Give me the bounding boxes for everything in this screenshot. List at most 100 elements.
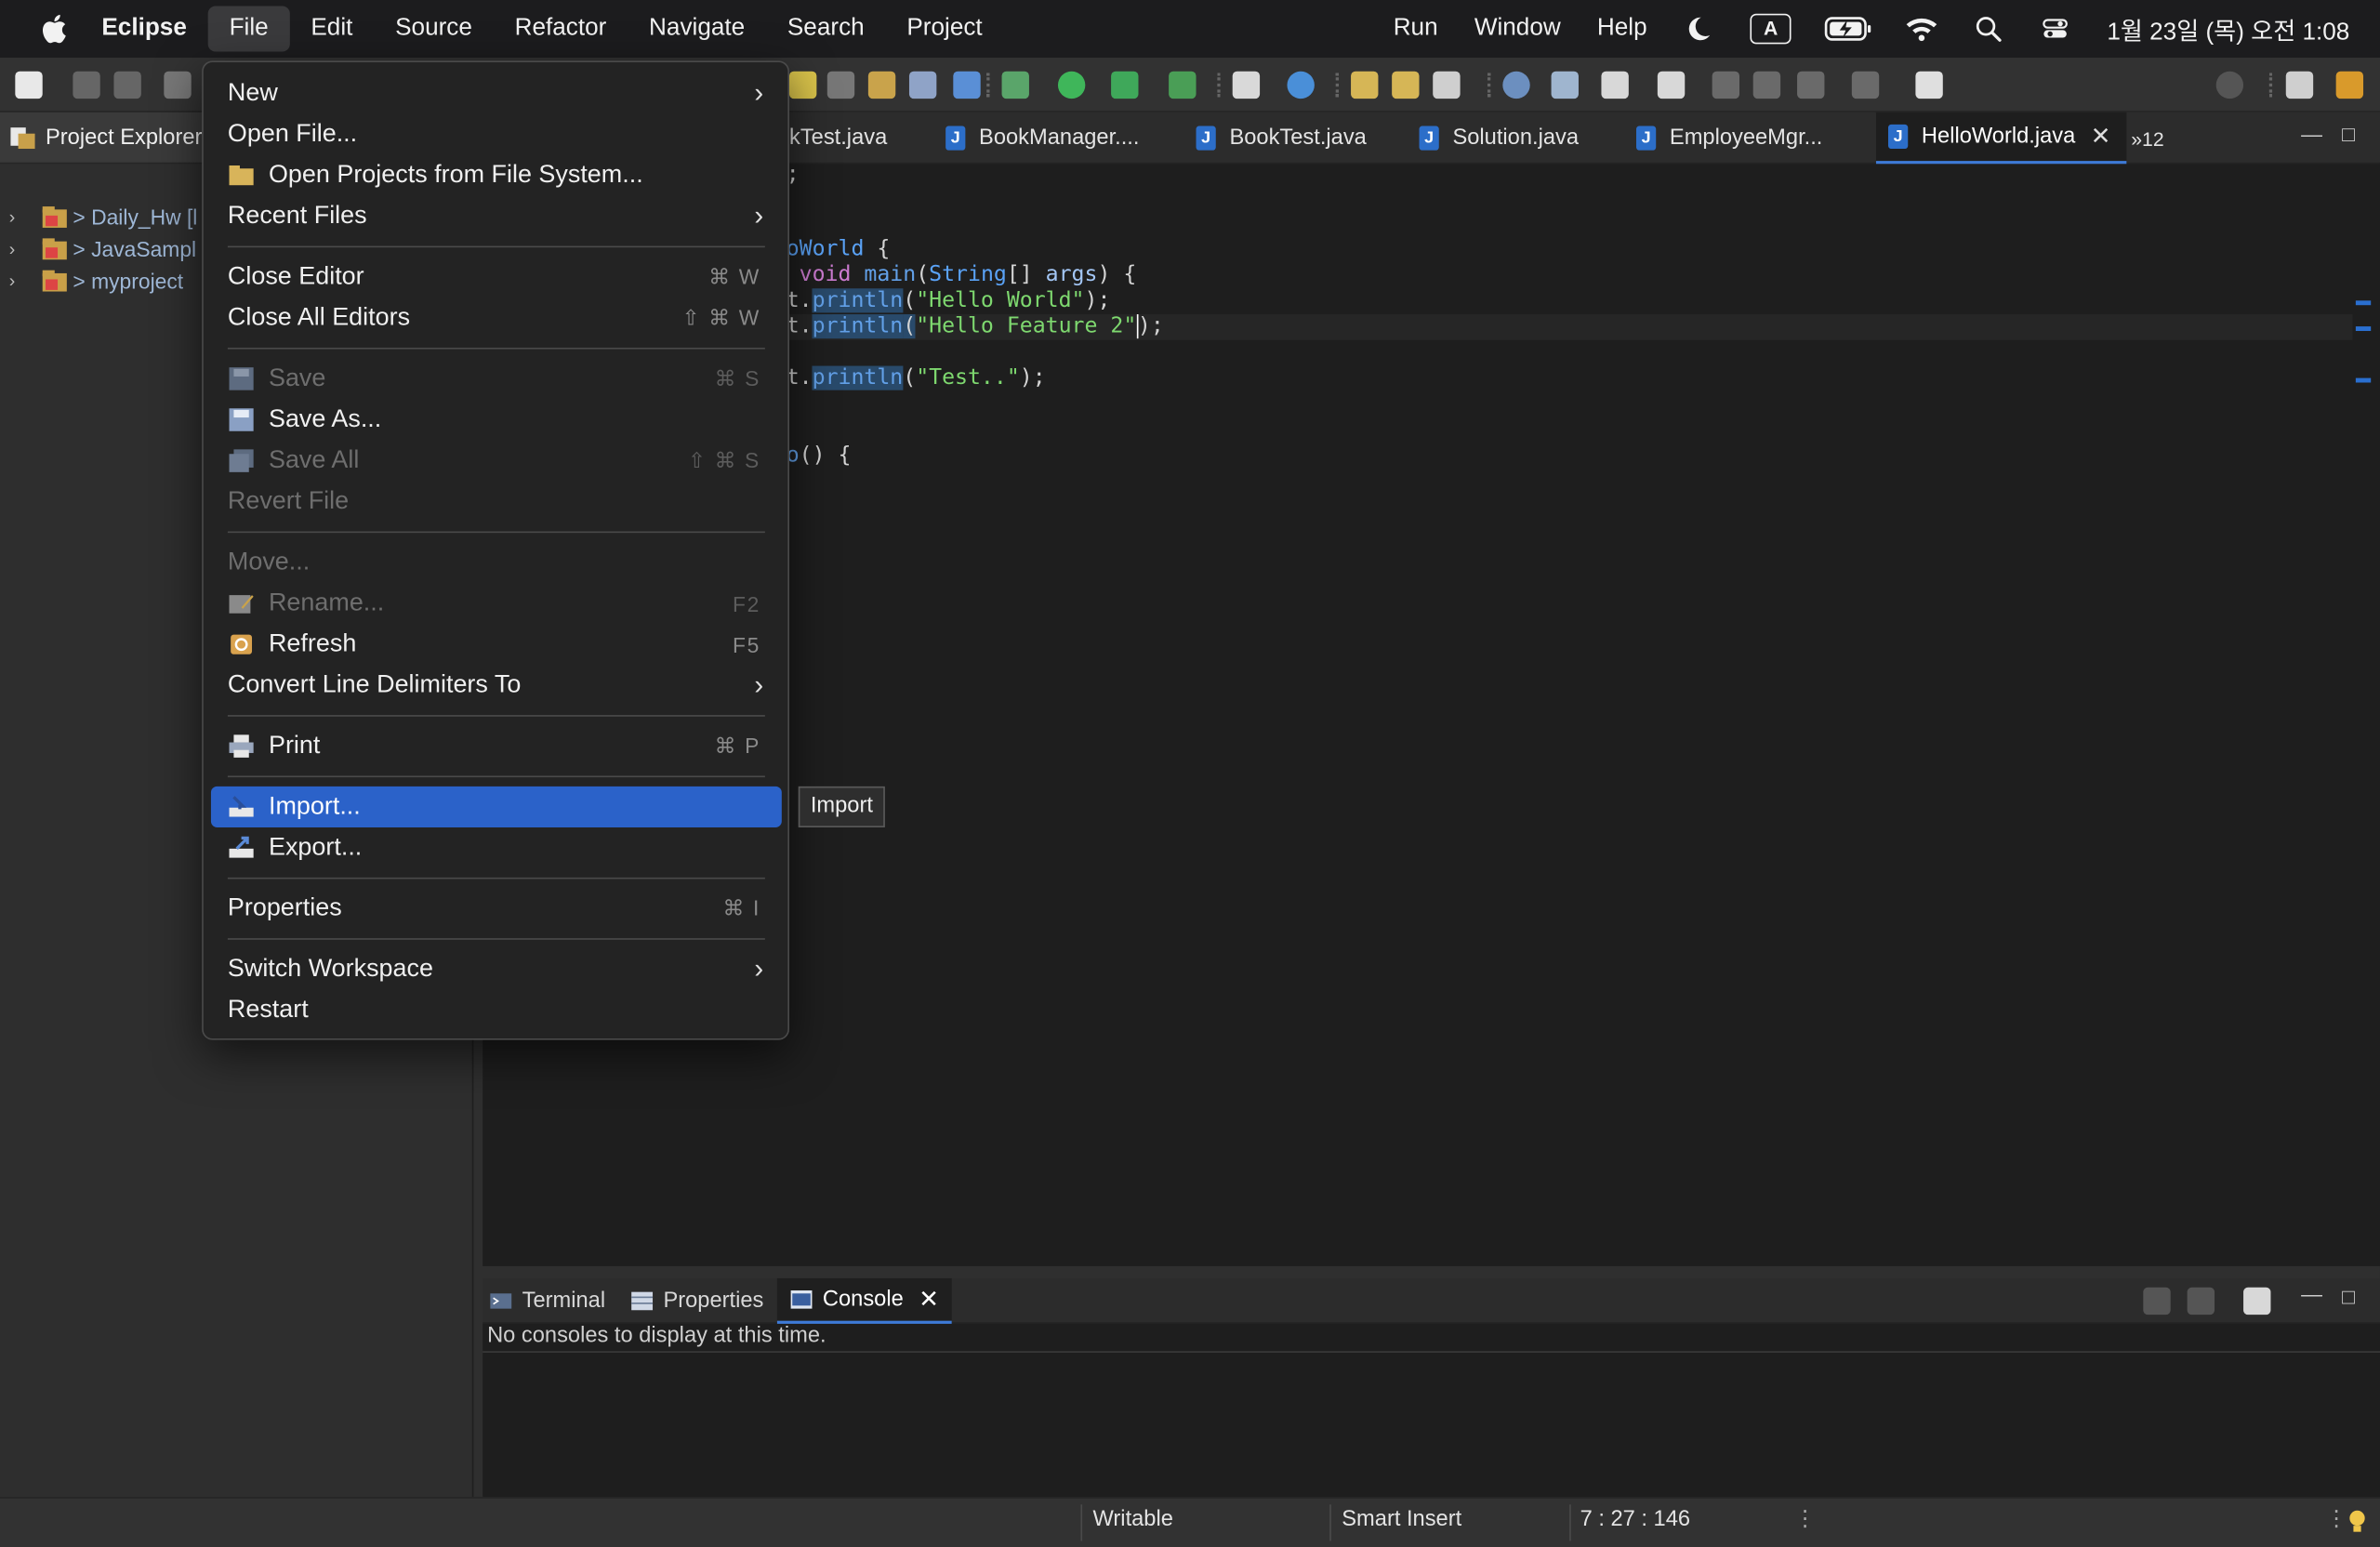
open-folder-icon[interactable] [1351, 71, 1379, 99]
control-center-icon[interactable] [2037, 14, 2073, 45]
menubar-clock[interactable]: 1월 23일 (목) 오전 1:08 [2107, 10, 2349, 46]
maximize-icon[interactable]: □ [2342, 122, 2355, 146]
highlight-icon[interactable] [788, 71, 817, 99]
bottom-panel-tabs: Terminal Properties Console ✕ — □ [483, 1277, 2380, 1324]
open-task-icon[interactable] [1392, 71, 1420, 99]
wifi-icon[interactable] [1904, 14, 1940, 45]
java-project-icon [42, 237, 67, 259]
menu-project[interactable]: Project [886, 7, 1004, 52]
new-console-icon[interactable] [2243, 1287, 2271, 1316]
app-menu-eclipse[interactable]: Eclipse [101, 7, 207, 52]
expand-chevron-icon[interactable]: › [9, 205, 24, 227]
synchronize-icon[interactable] [1551, 71, 1579, 99]
maximize-icon[interactable]: □ [2342, 1284, 2355, 1308]
new-wizard-icon[interactable] [15, 71, 43, 99]
external-tools-icon[interactable] [1169, 71, 1197, 99]
search-toolbar-icon[interactable] [1433, 71, 1461, 99]
menu-refactor[interactable]: Refactor [494, 7, 628, 52]
forward-icon[interactable] [1851, 71, 1880, 99]
menu-run[interactable]: Run [1375, 7, 1456, 52]
run-icon[interactable] [1057, 71, 1086, 99]
menu-item-convert-line-delimiters[interactable]: Convert Line Delimiters To › [211, 665, 782, 706]
menu-item-save-as[interactable]: Save As... [211, 399, 782, 440]
menu-item-new[interactable]: New › [211, 73, 782, 113]
status-more-icon[interactable]: ⋮ [2325, 1508, 2347, 1532]
menu-item-print[interactable]: Print ⌘ P [211, 726, 782, 767]
menu-item-close-editor[interactable]: Close Editor ⌘ W [211, 257, 782, 298]
menu-item-recent-files[interactable]: Recent Files › [211, 196, 782, 237]
menu-search[interactable]: Search [766, 7, 885, 52]
editor-tab-bookmanager[interactable]: J BookManager.... [945, 112, 1139, 165]
show-whitespace-icon[interactable] [908, 71, 937, 99]
open-type-icon[interactable] [867, 71, 896, 99]
expand-chevron-icon[interactable]: › [9, 270, 24, 291]
battery-charging-icon[interactable] [1824, 14, 1873, 45]
next-annotation-icon[interactable] [1601, 71, 1629, 99]
editor-tab-booktest-partial[interactable]: kTest.java [789, 112, 887, 165]
web-browser-icon[interactable] [1502, 71, 1530, 99]
spotlight-search-icon[interactable] [1970, 14, 2006, 45]
open-perspective-icon[interactable] [2285, 71, 2314, 99]
coverage-icon[interactable] [1111, 71, 1139, 99]
console-empty-message: No consoles to display at this time. [487, 1323, 826, 1349]
editor-tab-solution[interactable]: J Solution.java [1419, 112, 1579, 165]
status-more-icon[interactable]: ⋮ [1794, 1508, 1817, 1532]
search-ide-icon[interactable] [2215, 71, 2244, 99]
menu-item-restart[interactable]: Restart [211, 990, 782, 1031]
display-console-icon[interactable] [2187, 1287, 2215, 1316]
menu-edit[interactable]: Edit [290, 7, 375, 52]
pin-editor-icon[interactable] [1915, 71, 1943, 99]
close-tab-icon[interactable]: ✕ [919, 1284, 939, 1315]
new-class-icon[interactable] [1287, 71, 1315, 99]
editor-tab-booktest[interactable]: J BookTest.java [1196, 112, 1367, 165]
menu-item-import[interactable]: Import... [210, 786, 782, 827]
java-perspective-icon[interactable] [2335, 71, 2364, 99]
tab-properties[interactable]: Properties [630, 1278, 763, 1324]
menu-window[interactable]: Window [1456, 7, 1579, 52]
save-all-toolbar-icon[interactable] [113, 71, 141, 99]
editor-tab-overflow[interactable]: »12 [2131, 112, 2163, 165]
open-console-icon[interactable] [2143, 1287, 2171, 1316]
toggle-mark-icon[interactable] [826, 71, 855, 99]
refresh-icon [231, 634, 253, 654]
input-source-indicator[interactable]: A [1750, 13, 1792, 45]
overview-ruler-marker[interactable] [2355, 300, 2372, 306]
debug-icon[interactable] [1001, 71, 1029, 99]
back-icon[interactable] [1797, 71, 1825, 99]
expand-chevron-icon[interactable]: › [9, 238, 24, 259]
editor-tab-employeemgr[interactable]: J EmployeeMgr... [1635, 112, 1822, 165]
menu-item-refresh[interactable]: Refresh F5 [211, 624, 782, 665]
overview-ruler-marker[interactable] [2355, 377, 2372, 383]
next-edit-icon[interactable] [1752, 71, 1781, 99]
new-package-icon[interactable] [1232, 71, 1261, 99]
undo-icon[interactable] [164, 71, 192, 99]
menu-file[interactable]: File [207, 6, 290, 52]
lightbulb-icon[interactable] [2347, 1509, 2368, 1536]
shortcut-label: ⇧ ⌘ W [681, 305, 760, 330]
menu-item-export[interactable]: Export... [211, 827, 782, 868]
terminal-icon [490, 1293, 512, 1309]
minimize-icon[interactable]: — [2301, 1281, 2322, 1305]
tab-terminal[interactable]: Terminal [489, 1278, 605, 1324]
menu-item-open-projects[interactable]: Open Projects from File System... [211, 155, 782, 196]
overview-ruler-marker[interactable] [2355, 326, 2372, 331]
minimize-icon[interactable]: — [2301, 122, 2322, 146]
submenu-arrow-icon: › [754, 200, 764, 231]
paragraph-icon[interactable] [953, 71, 981, 99]
close-tab-icon[interactable]: ✕ [2091, 122, 2111, 152]
menu-item-close-all-editors[interactable]: Close All Editors ⇧ ⌘ W [211, 298, 782, 338]
menu-navigate[interactable]: Navigate [628, 7, 766, 52]
save-toolbar-icon[interactable] [73, 71, 100, 99]
apple-icon[interactable] [38, 12, 69, 46]
previous-annotation-icon[interactable] [1657, 71, 1686, 99]
editor-tab-helloworld[interactable]: J HelloWorld.java ✕ [1875, 112, 2126, 165]
menu-item-switch-workspace[interactable]: Switch Workspace › [211, 949, 782, 990]
last-edit-icon[interactable] [1712, 71, 1740, 99]
menu-item-open-file[interactable]: Open File... [211, 113, 782, 154]
moon-icon[interactable] [1681, 14, 1717, 45]
menu-help[interactable]: Help [1579, 7, 1665, 52]
menu-item-properties[interactable]: Properties ⌘ I [211, 888, 782, 929]
menu-source[interactable]: Source [374, 7, 493, 52]
rename-icon [229, 595, 254, 614]
tab-console[interactable]: Console ✕ [776, 1277, 952, 1324]
